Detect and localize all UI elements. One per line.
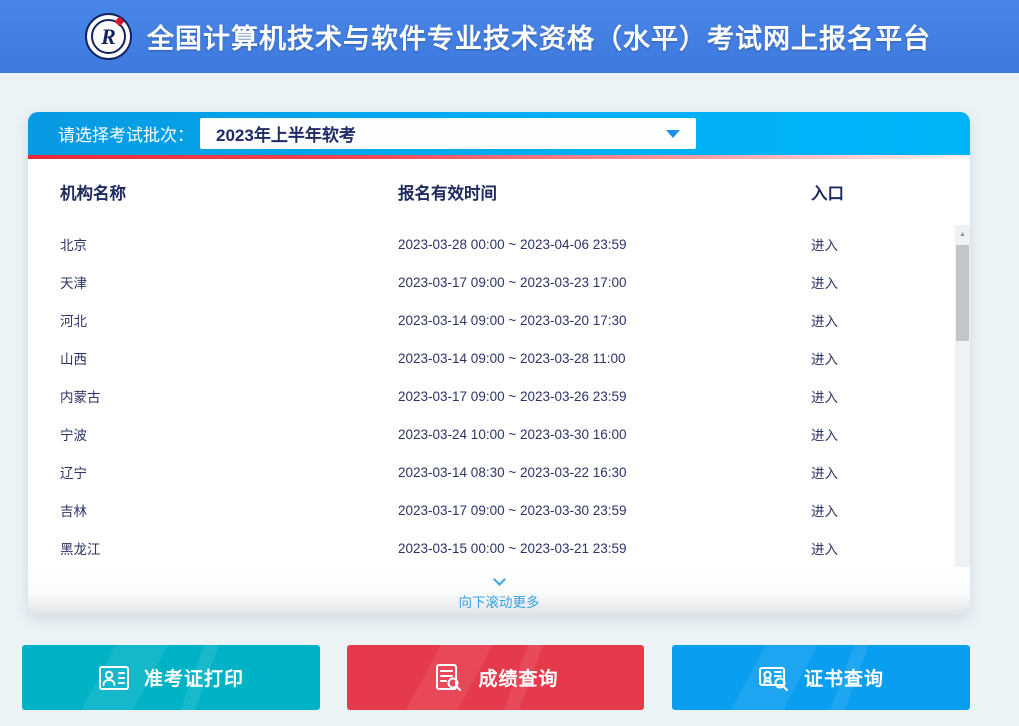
page-title: 全国计算机技术与软件专业技术资格（水平）考试网上报名平台: [147, 17, 931, 56]
exam-platform-logo: R: [85, 13, 132, 60]
registration-period: 2023-03-17 09:00 ~ 2023-03-30 23:59: [398, 503, 811, 518]
org-name: 吉林: [28, 500, 398, 520]
org-name: 河北: [28, 310, 398, 330]
registration-period: 2023-03-28 00:00 ~ 2023-04-06 23:59: [398, 237, 811, 252]
enter-link[interactable]: 进入: [811, 542, 838, 557]
column-header-time: 报名有效时间: [398, 180, 811, 204]
certificate-query-label: 证书查询: [804, 664, 884, 691]
scroll-more-hint[interactable]: 向下滚动更多: [28, 591, 970, 611]
certificate-search-icon: [758, 662, 790, 694]
table-rows: 北京 2023-03-28 00:00 ~ 2023-04-06 23:59 进…: [28, 225, 970, 567]
org-name: 天津: [28, 272, 398, 292]
table-row: 辽宁 2023-03-14 08:30 ~ 2023-03-22 16:30 进…: [28, 453, 970, 491]
registration-card: 请选择考试批次： 2023年上半年软考 机构名称 报名有效时间 入口 北京 20…: [28, 112, 970, 614]
org-name: 宁波: [28, 424, 398, 444]
registration-period: 2023-03-17 09:00 ~ 2023-03-26 23:59: [398, 389, 811, 404]
org-name: 内蒙古: [28, 386, 398, 406]
certificate-query-button[interactable]: 证书查询: [672, 645, 970, 710]
scroll-down-chevron-icon[interactable]: [493, 573, 506, 586]
scrollbar-up-arrow-icon[interactable]: ▲: [955, 225, 970, 243]
enter-link[interactable]: 进入: [811, 466, 838, 481]
table-header-row: 机构名称 报名有效时间 入口: [28, 159, 970, 225]
enter-link[interactable]: 进入: [811, 276, 838, 291]
table-row: 河北 2023-03-14 09:00 ~ 2023-03-20 17:30 进…: [28, 301, 970, 339]
table-row: 宁波 2023-03-24 10:00 ~ 2023-03-30 16:00 进…: [28, 415, 970, 453]
table-row: 内蒙古 2023-03-17 09:00 ~ 2023-03-26 23:59 …: [28, 377, 970, 415]
enter-link[interactable]: 进入: [811, 238, 838, 253]
table-row: 天津 2023-03-17 09:00 ~ 2023-03-23 17:00 进…: [28, 263, 970, 301]
batch-dropdown[interactable]: 2023年上半年软考: [200, 118, 696, 149]
table-row: 吉林 2023-03-17 09:00 ~ 2023-03-30 23:59 进…: [28, 491, 970, 529]
column-header-org: 机构名称: [28, 180, 398, 204]
enter-link[interactable]: 进入: [811, 352, 838, 367]
registration-period: 2023-03-14 09:00 ~ 2023-03-20 17:30: [398, 313, 811, 328]
enter-link[interactable]: 进入: [811, 314, 838, 329]
registration-period: 2023-03-14 08:30 ~ 2023-03-22 16:30: [398, 465, 811, 480]
batch-select-label: 请选择考试批次：: [58, 121, 194, 146]
column-header-entry: 入口: [811, 180, 970, 204]
registration-period: 2023-03-17 09:00 ~ 2023-03-23 17:00: [398, 275, 811, 290]
idcard-icon: [98, 662, 130, 694]
enter-link[interactable]: 进入: [811, 504, 838, 519]
table-row: 山西 2023-03-14 09:00 ~ 2023-03-28 11:00 进…: [28, 339, 970, 377]
scrollbar-thumb[interactable]: [956, 245, 969, 341]
admission-ticket-print-button[interactable]: 准考证打印: [22, 645, 320, 710]
score-query-label: 成绩查询: [478, 664, 558, 691]
batch-select-bar: 请选择考试批次： 2023年上半年软考: [28, 112, 970, 155]
scrollbar[interactable]: ▲: [955, 225, 970, 567]
card-footer: 向下滚动更多: [28, 567, 970, 614]
score-search-icon: [432, 662, 464, 694]
app-header: R 全国计算机技术与软件专业技术资格（水平）考试网上报名平台: [0, 0, 1019, 73]
score-query-button[interactable]: 成绩查询: [347, 645, 644, 710]
org-name: 黑龙江: [28, 538, 398, 558]
registration-period: 2023-03-24 10:00 ~ 2023-03-30 16:00: [398, 427, 811, 442]
enter-link[interactable]: 进入: [811, 390, 838, 405]
org-name: 山西: [28, 348, 398, 368]
registration-period: 2023-03-14 09:00 ~ 2023-03-28 11:00: [398, 351, 811, 366]
chevron-down-icon: [666, 130, 680, 138]
table-row: 黑龙江 2023-03-15 00:00 ~ 2023-03-21 23:59 …: [28, 529, 970, 567]
registration-period: 2023-03-15 00:00 ~ 2023-03-21 23:59: [398, 541, 811, 556]
org-name: 辽宁: [28, 462, 398, 482]
batch-dropdown-value: 2023年上半年软考: [216, 121, 666, 146]
registration-table-body: 北京 2023-03-28 00:00 ~ 2023-04-06 23:59 进…: [28, 225, 970, 567]
admission-ticket-print-label: 准考证打印: [144, 664, 244, 691]
org-name: 北京: [28, 234, 398, 254]
enter-link[interactable]: 进入: [811, 428, 838, 443]
table-row: 北京 2023-03-28 00:00 ~ 2023-04-06 23:59 进…: [28, 225, 970, 263]
